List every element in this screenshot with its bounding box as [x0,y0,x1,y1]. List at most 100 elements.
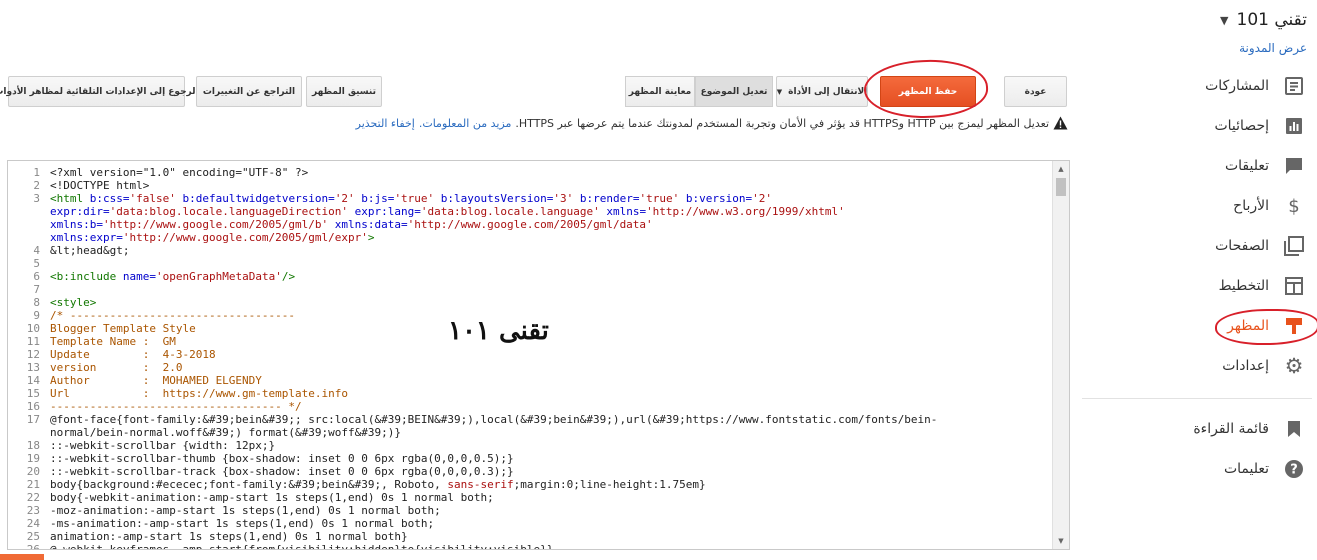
pages-icon [1283,235,1305,257]
code-line[interactable]: xmlns:expr='http://www.google.com/2005/g… [8,231,1051,244]
code-line[interactable]: 6 <b:include name='openGraphMetaData'/> [8,270,1051,283]
warning-icon [1053,116,1068,130]
bottom-accent-tab [0,554,44,560]
line-number: 3 [33,192,40,205]
jump-to-widget-dropdown[interactable]: ▼ الانتقال إلى الأداة [776,76,868,107]
code-text: Update : 4-3-2018 [50,348,216,361]
code-line[interactable]: 19::-webkit-scrollbar-thumb {box-shadow:… [8,452,1051,465]
code-line[interactable]: 20::-webkit-scrollbar-track {box-shadow:… [8,465,1051,478]
sidebar-item-layout[interactable]: التخطيط [1082,266,1317,306]
blog-selector[interactable]: تقني 101 ▼ [1220,10,1307,30]
sidebar-item-label: قائمة القراءة [1193,421,1269,437]
code-text: /* ---------------------------------- [50,309,296,322]
code-line[interactable]: xmlns:b='http://www.google.com/2005/gml/… [8,218,1051,231]
line-number: 6 [33,270,40,283]
code-line[interactable]: 25 animation:-amp-start 1s steps(1,end) 0… [8,530,1051,543]
line-number [8,218,50,231]
line-number: 21 [26,478,40,491]
code-line[interactable]: 23 -moz-animation:-amp-start 1s steps(1,e… [8,504,1051,517]
editor-scrollbar[interactable]: ▲ ▼ [1052,161,1069,549]
line-number [8,231,50,244]
code-line[interactable]: 16 ----------------------------------- */ [8,400,1051,413]
sidebar-item-stats[interactable]: إحصائيات [1082,106,1317,146]
code-text: ----------------------------------- */ [50,400,302,413]
caret-down-icon: ▼ [776,87,783,96]
code-line[interactable]: expr:dir='data:blog.locale.languageDirec… [8,205,1051,218]
line-number: 2 [33,179,40,192]
mixed-content-warning: تعديل المظهر ليمزج بين HTTP وHTTPS قد يؤ… [356,116,1068,130]
dollar-icon: $ [1288,195,1300,217]
line-number: 8 [33,296,40,309]
line-number: 25 [26,530,40,543]
line-number: 26 [8,543,50,549]
code-line[interactable]: 13 version : 2.0 [8,361,1051,374]
code-text: body{-webkit-animation:-amp-start 1s ste… [50,491,494,504]
code-line[interactable]: 17 @font-face{font-family:&#39;bein&#39;;… [8,413,1051,426]
code-line[interactable]: 26@-webkit-keyframes -amp-start{from{vis… [8,543,1051,549]
code-line[interactable]: 7 [8,283,1051,296]
code-text: ::-webkit-scrollbar-thumb {box-shadow: i… [50,452,514,465]
code-text: <!DOCTYPE html> [50,179,150,192]
code-line[interactable]: 21 body{background:#ececec;font-family:&#… [8,478,1051,491]
line-number: 16 [26,400,40,413]
scroll-up-icon[interactable]: ▲ [1053,161,1069,177]
code-line[interactable]: 12 Update : 4-3-2018 [8,348,1051,361]
code-text: xmlns:b='http://www.google.com/2005/gml/… [50,218,653,231]
annotation-circle-save [862,56,990,122]
sidebar-item-settings[interactable]: إعدادات ⚙ [1082,346,1317,386]
edit-theme-button[interactable]: تعديل الموضوع [695,76,773,107]
sidebar-item-posts[interactable]: المشاركات [1082,66,1317,106]
code-text: -moz-animation:-amp-start 1s steps(1,end… [50,504,441,517]
code-line[interactable]: normal/bein-normal.woff&#39;) format(&#3… [8,426,1051,439]
preview-theme-button[interactable]: معاينة المظهر [625,76,695,107]
sidebar-item-label: المشاركات [1205,78,1269,94]
line-number: 24 [26,517,40,530]
sidebar-item-reading-list[interactable]: قائمة القراءة [1082,409,1317,449]
html-code-editor[interactable]: 1 <?xml version="1.0" encoding="UTF-8" ?>… [7,160,1070,550]
sidebar-item-earnings[interactable]: الأرباح $ [1082,186,1317,226]
sidebar-item-label: الصفحات [1215,238,1269,254]
code-line[interactable]: 15 Url : https://www.gm-template.info [8,387,1051,400]
sidebar-item-pages[interactable]: الصفحات [1082,226,1317,266]
sidebar-divider [1082,398,1312,399]
revert-changes-button[interactable]: التراجع عن التغييرات [196,76,302,107]
hide-warning-link[interactable]: إخفاء التحذير [356,117,415,130]
line-number: 11 [26,335,40,348]
code-text: xmlns:expr='http://www.google.com/2005/g… [50,231,375,244]
stats-icon [1283,115,1305,137]
back-button[interactable]: عودة [1004,76,1067,107]
line-number: 15 [26,387,40,400]
code-line[interactable]: 18::-webkit-scrollbar {width: 12px;} [8,439,1051,452]
sidebar-item-help[interactable]: تعليمات ? [1082,449,1317,489]
code-line[interactable]: 24 -ms-animation:-amp-start 1s steps(1,en… [8,517,1051,530]
line-number [8,205,50,218]
format-theme-button[interactable]: تنسيق المظهر [306,76,382,107]
scroll-down-icon[interactable]: ▼ [1053,533,1069,549]
line-number: 12 [26,348,40,361]
code-text: -ms-animation:-amp-start 1s steps(1,end)… [50,517,435,530]
sidebar-item-label: الأرباح [1233,198,1269,214]
posts-icon [1283,75,1305,97]
code-text: @font-face{font-family:&#39;bein&#39;; s… [50,413,938,426]
scrollbar-thumb[interactable] [1056,178,1066,196]
help-icon: ? [1283,458,1305,480]
code-line[interactable]: 1 <?xml version="1.0" encoding="UTF-8" ?> [8,166,1051,179]
learn-more-link[interactable]: مزيد من المعلومات. [419,117,512,130]
code-line[interactable]: 22 body{-webkit-animation:-amp-start 1s s… [8,491,1051,504]
revert-widget-defaults-button[interactable]: الرجوع إلى الإعدادات التلقائية لمظاهر ال… [0,76,199,107]
code-text: ::-webkit-scrollbar {width: 12px;} [50,439,276,452]
line-number: 9 [33,309,40,322]
code-area[interactable]: 1 <?xml version="1.0" encoding="UTF-8" ?>… [8,166,1051,549]
code-line[interactable]: 5 [8,257,1051,270]
code-text: Author : MOHAMED ELGENDY [50,374,262,387]
view-blog-link[interactable]: عرض المدونة [1239,41,1307,55]
line-number: 4 [33,244,40,257]
code-line[interactable]: 2 <!DOCTYPE html> [8,179,1051,192]
code-line[interactable]: 4 &lt;head&gt; [8,244,1051,257]
code-line[interactable]: 3 <html b:css='false' b:defaultwidgetvers… [8,192,1051,205]
sidebar-item-comments[interactable]: تعليقات [1082,146,1317,186]
code-line[interactable]: 8 <style> [8,296,1051,309]
annotation-circle-theme [1215,309,1317,345]
line-number: 17 [26,413,40,426]
code-line[interactable]: 14 Author : MOHAMED ELGENDY [8,374,1051,387]
